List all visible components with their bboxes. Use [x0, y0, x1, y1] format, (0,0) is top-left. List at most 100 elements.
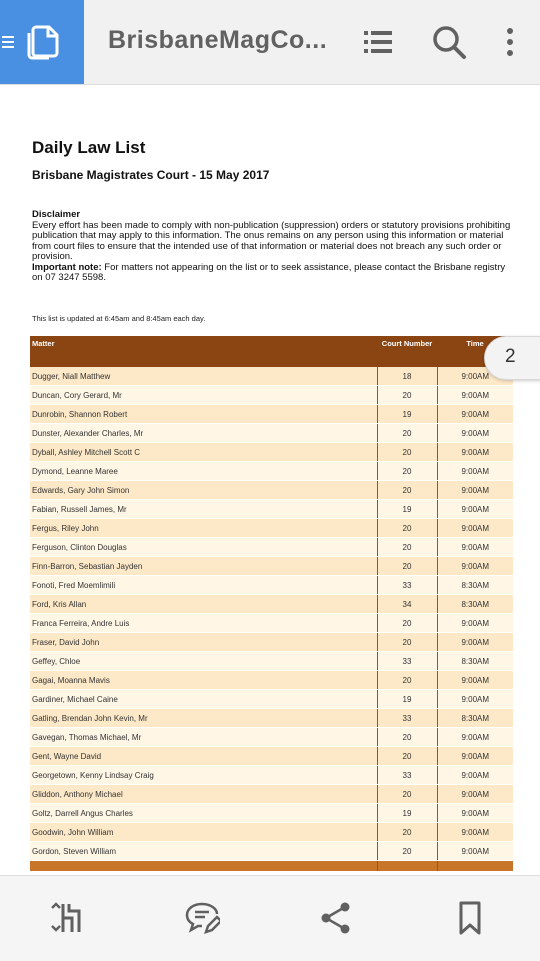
header-court-number: Court Number [377, 336, 437, 367]
time-cell: 9:00AM [436, 784, 513, 804]
matter-cell: Gordon, Steven William [30, 841, 377, 861]
table-row: Ford, Kris Allan 34 8:30AM [30, 594, 513, 614]
disclaimer-block: Disclaimer Every effort has been made to… [32, 209, 512, 284]
disclaimer-text: Every effort has been made to comply wit… [32, 219, 511, 262]
court-number-cell: 33 [376, 765, 437, 785]
table-row: Geffey, Chloe 33 8:30AM [30, 651, 513, 671]
table-row: Fonoti, Fred Moemlimili 33 8:30AM [30, 575, 513, 595]
important-note: Important note: For matters not appearin… [32, 261, 512, 284]
bookmark-icon[interactable] [452, 900, 488, 936]
court-number-cell: 20 [376, 784, 437, 804]
time-cell: 9:00AM [436, 518, 513, 538]
row-cell [436, 860, 513, 872]
time-cell: 8:30AM [436, 575, 513, 595]
document-page[interactable]: Daily Law List Brisbane Magistrates Cour… [0, 85, 540, 875]
table-row [30, 860, 513, 872]
table-row: Dunrobin, Shannon Robert 19 9:00AM [30, 404, 513, 424]
table-row: Goodwin, John William 20 9:00AM [30, 822, 513, 842]
app-bar: BrisbaneMagCo... [0, 0, 540, 85]
page-indicator[interactable]: 2 [484, 336, 540, 380]
court-number-cell: 33 [376, 708, 437, 728]
matter-cell: Dyball, Ashley Mitchell Scott C [30, 442, 377, 462]
court-number-cell: 18 [376, 367, 437, 386]
court-number-cell: 34 [376, 594, 437, 614]
time-cell: 9:00AM [436, 480, 513, 500]
time-cell: 9:00AM [436, 461, 513, 481]
table-row: Fergus, Riley John 20 9:00AM [30, 518, 513, 538]
time-cell: 9:00AM [436, 670, 513, 690]
table-row: Duncan, Cory Gerard, Mr 20 9:00AM [30, 385, 513, 405]
court-number-cell: 20 [376, 518, 437, 538]
comment-edit-icon[interactable] [184, 900, 220, 936]
matter-cell: Duncan, Cory Gerard, Mr [30, 385, 377, 405]
matter-cell: Gavegan, Thomas Michael, Mr [30, 727, 377, 747]
matter-cell: Ford, Kris Allan [30, 594, 377, 614]
table-header-row: Matter Court Number Time [30, 336, 513, 367]
matter-cell: Dunster, Alexander Charles, Mr [30, 423, 377, 443]
search-icon[interactable] [431, 24, 467, 60]
share-icon[interactable] [318, 900, 354, 936]
document-subtitle: Brisbane Magistrates Court - 15 May 2017 [32, 168, 270, 182]
court-number-cell: 20 [376, 727, 437, 747]
court-number-cell: 19 [376, 689, 437, 709]
matter-cell: Gatling, Brendan John Kevin, Mr [30, 708, 377, 728]
document-pages-icon [27, 25, 59, 60]
table-row: Franca Ferreira, Andre Luis 20 9:00AM [30, 613, 513, 633]
matter-cell: Goodwin, John William [30, 822, 377, 842]
table-row: Dymond, Leanne Maree 20 9:00AM [30, 461, 513, 481]
court-number-cell: 20 [376, 385, 437, 405]
table-row: Gardiner, Michael Caine 19 9:00AM [30, 689, 513, 709]
matter-cell: Georgetown, Kenny Lindsay Craig [30, 765, 377, 785]
matter-cell: Goltz, Darrell Angus Charles [30, 803, 377, 823]
time-cell: 8:30AM [436, 708, 513, 728]
matter-cell: Ferguson, Clinton Douglas [30, 537, 377, 557]
navigation-menu-button[interactable] [0, 0, 84, 84]
court-number-cell: 20 [376, 632, 437, 652]
time-cell: 9:00AM [436, 822, 513, 842]
table-row: Gagai, Moanna Mavis 20 9:00AM [30, 670, 513, 690]
table-row: Dugger, Niall Matthew 18 9:00AM [30, 367, 513, 386]
time-cell: 9:00AM [436, 442, 513, 462]
app-title: BrisbaneMagCo... [108, 26, 328, 54]
time-cell: 9:00AM [436, 765, 513, 785]
court-number-cell: 19 [376, 404, 437, 424]
important-note-label: Important note: [32, 261, 102, 273]
time-cell: 9:00AM [436, 537, 513, 557]
more-vert-icon[interactable] [492, 24, 528, 60]
court-number-cell: 33 [376, 651, 437, 671]
matter-cell: Gagai, Moanna Mavis [30, 670, 377, 690]
list-icon[interactable] [360, 24, 396, 60]
time-cell: 9:00AM [436, 423, 513, 443]
matter-cell: Gliddon, Anthony Michael [30, 784, 377, 804]
table-row: Gent, Wayne David 20 9:00AM [30, 746, 513, 766]
time-cell: 9:00AM [436, 727, 513, 747]
table-row: Finn-Barron, Sebastian Jayden 20 9:00AM [30, 556, 513, 576]
page-number: 2 [505, 346, 516, 367]
matter-cell: Gardiner, Michael Caine [30, 689, 377, 709]
update-note: This list is updated at 6:45am and 8:45a… [32, 314, 206, 323]
matter-cell: Fraser, David John [30, 632, 377, 652]
time-cell: 9:00AM [436, 803, 513, 823]
court-number-cell: 20 [376, 461, 437, 481]
table-row: Fabian, Russell James, Mr 19 9:00AM [30, 499, 513, 519]
court-number-cell: 20 [376, 746, 437, 766]
time-cell: 9:00AM [436, 841, 513, 861]
court-number-cell: 20 [376, 556, 437, 576]
disclaimer-heading: Disclaimer [32, 209, 81, 220]
court-number-cell: 20 [376, 841, 437, 861]
court-number-cell: 20 [376, 537, 437, 557]
time-cell: 9:00AM [436, 746, 513, 766]
matter-cell: Geffey, Chloe [30, 651, 377, 671]
bottom-toolbar [0, 875, 540, 961]
hamburger-menu-icon [2, 33, 14, 51]
court-number-cell: 19 [376, 499, 437, 519]
reflow-view-icon[interactable] [47, 900, 83, 936]
court-number-cell: 20 [376, 423, 437, 443]
court-number-cell: 19 [376, 803, 437, 823]
header-matter: Matter [30, 336, 377, 367]
time-cell: 9:00AM [436, 556, 513, 576]
matter-cell: Finn-Barron, Sebastian Jayden [30, 556, 377, 576]
court-number-cell: 20 [376, 613, 437, 633]
matter-cell: Dunrobin, Shannon Robert [30, 404, 377, 424]
table-row: Fraser, David John 20 9:00AM [30, 632, 513, 652]
